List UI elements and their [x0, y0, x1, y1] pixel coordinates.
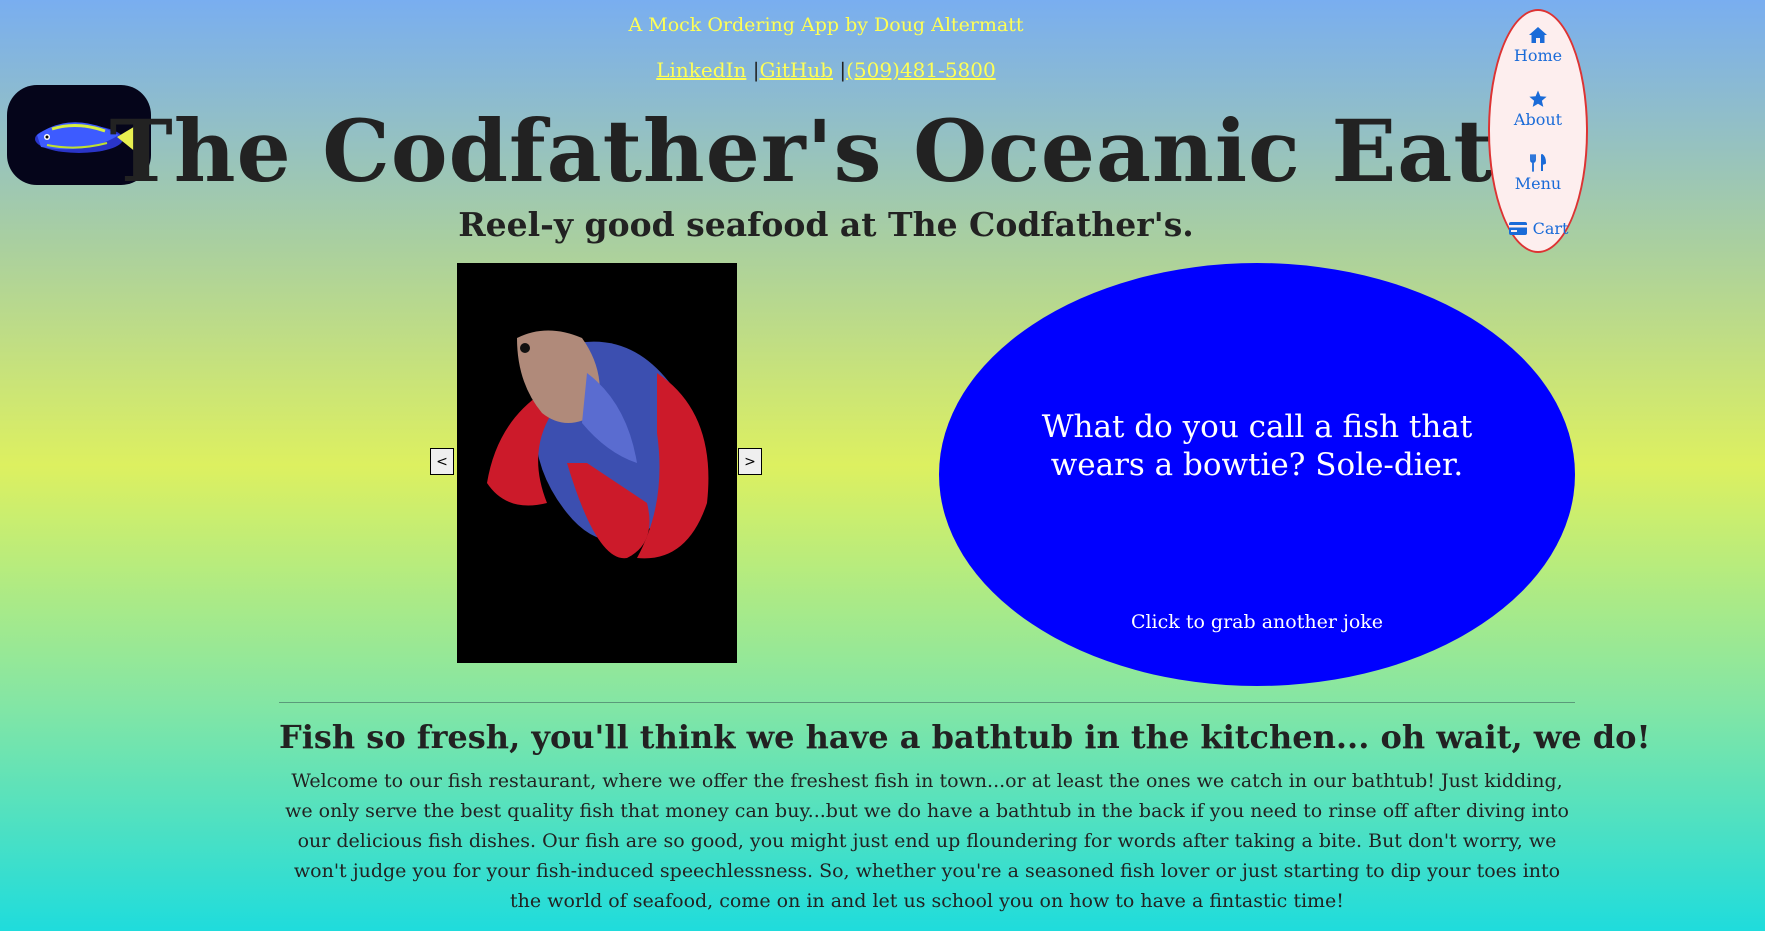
utensils-icon — [1530, 154, 1546, 172]
contact-links: LinkedIn |GitHub |(509)481-5800 — [0, 58, 1652, 82]
tagline: Reel-y good seafood at The Codfather's. — [458, 205, 1194, 244]
carousel-image — [457, 263, 737, 663]
nav-item-home[interactable]: Home — [1490, 26, 1586, 65]
new-joke-prompt[interactable]: Click to grab another joke — [939, 611, 1575, 633]
star-icon — [1529, 90, 1547, 107]
page-title: The Codfather's Oceanic Eats — [109, 102, 1543, 202]
phone-link[interactable]: (509)481-5800 — [846, 58, 996, 82]
home-icon — [1529, 27, 1547, 43]
nav-menu: Home About Menu Cart — [1488, 9, 1588, 253]
nav-label-cart: Cart — [1532, 219, 1569, 238]
credit-card-icon — [1508, 222, 1527, 235]
nav-item-menu[interactable]: Menu — [1490, 154, 1586, 193]
byline: A Mock Ordering App by Doug Altermatt — [628, 14, 1024, 36]
joke-bubble[interactable]: What do you call a fish that wears a bow… — [939, 263, 1575, 686]
intro-paragraph: Welcome to our fish restaurant, where we… — [285, 770, 1569, 912]
nav-item-about[interactable]: About — [1490, 90, 1586, 129]
linkedin-link[interactable]: LinkedIn — [656, 58, 746, 82]
nav-label-home: Home — [1513, 46, 1563, 65]
joke-text: What do you call a fish that wears a bow… — [1041, 409, 1473, 483]
nav-label-about: About — [1513, 110, 1563, 129]
nav-item-cart[interactable]: Cart — [1490, 219, 1586, 238]
github-link[interactable]: GitHub — [759, 58, 833, 82]
intro-headline: Fish so fresh, you'll think we have a ba… — [279, 718, 1651, 756]
divider — [279, 702, 1575, 703]
carousel-prev-button[interactable]: < — [430, 448, 454, 475]
carousel-next-button[interactable]: > — [738, 448, 762, 475]
nav-label-menu: Menu — [1514, 174, 1562, 193]
